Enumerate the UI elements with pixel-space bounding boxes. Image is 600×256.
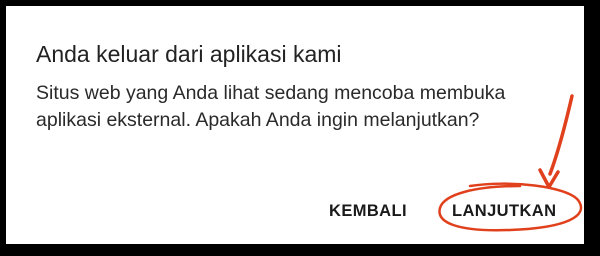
exit-app-dialog: Anda keluar dari aplikasi kami Situs web… — [6, 6, 584, 244]
back-button[interactable]: KEMBALI — [329, 201, 407, 221]
dialog-title: Anda keluar dari aplikasi kami — [36, 41, 342, 67]
continue-button[interactable]: LANJUTKAN — [452, 201, 556, 221]
dialog-message: Situs web yang Anda lihat sedang mencoba… — [36, 82, 506, 131]
